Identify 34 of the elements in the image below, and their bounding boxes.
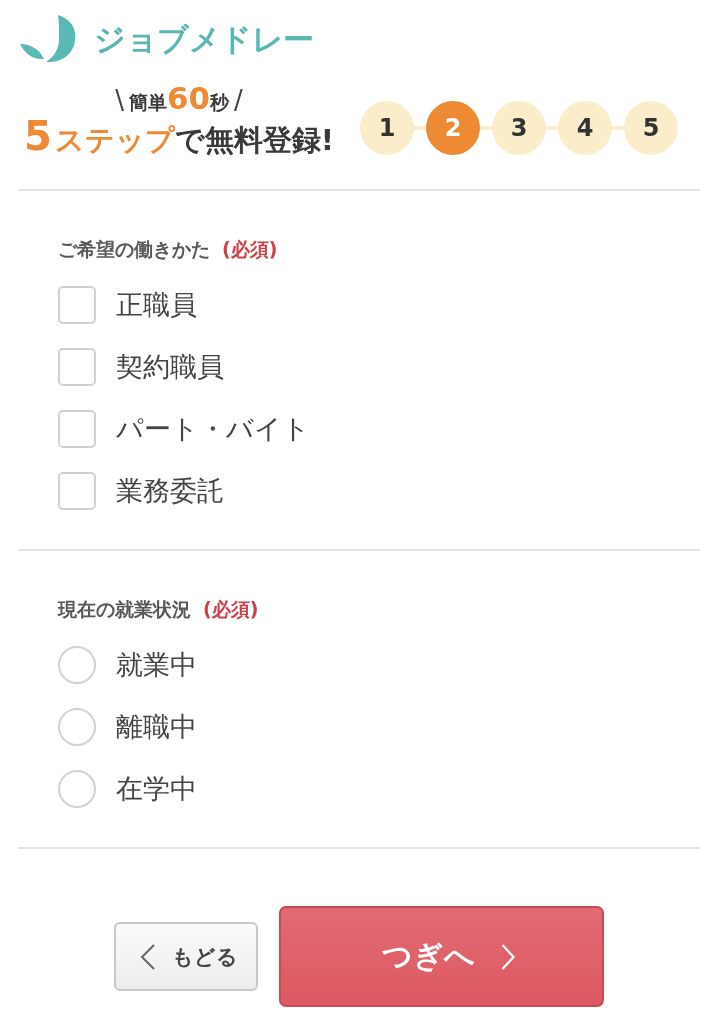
logo-text: ジョブメドレー [94, 20, 314, 59]
radio-button[interactable] [58, 708, 96, 746]
step-connector [612, 126, 624, 130]
checkbox[interactable] [58, 286, 96, 324]
option-label[interactable]: 契約職員 [116, 349, 224, 385]
checkbox[interactable] [58, 472, 96, 510]
radio-button[interactable] [58, 770, 96, 808]
option-label[interactable]: 業務委託 [116, 473, 224, 509]
logo-icon [20, 15, 76, 63]
checkbox[interactable] [58, 410, 96, 448]
back-button[interactable]: もどる [114, 922, 258, 991]
chevron-left-icon [140, 943, 156, 970]
step-indicator: 2 [426, 101, 480, 155]
field-label: ご希望の働きかた [58, 237, 210, 261]
step-indicator: 3 [492, 101, 546, 155]
option-label[interactable]: パート・バイト [116, 411, 310, 447]
field-label: 現在の就業状況 [58, 597, 191, 621]
option-label[interactable]: 就業中 [116, 647, 197, 683]
step-connector [480, 126, 492, 130]
step-connector [414, 126, 426, 130]
chevron-right-icon [501, 943, 515, 970]
option-label[interactable]: 正職員 [116, 287, 197, 323]
option-label[interactable]: 離職中 [116, 709, 197, 745]
radio-button[interactable] [58, 646, 96, 684]
checkbox[interactable] [58, 348, 96, 386]
step-indicator: 1 [360, 101, 414, 155]
headline-text: 5 ステップで無料登録! [23, 114, 335, 158]
step-indicator: 5 [624, 101, 678, 155]
step-indicator: 4 [558, 101, 612, 155]
step-connector [546, 126, 558, 130]
required-label: (必須) [222, 237, 278, 261]
tagline-text: \ 簡単60秒 / [114, 82, 244, 114]
required-label: (必須) [203, 597, 259, 621]
option-label[interactable]: 在学中 [116, 771, 197, 807]
